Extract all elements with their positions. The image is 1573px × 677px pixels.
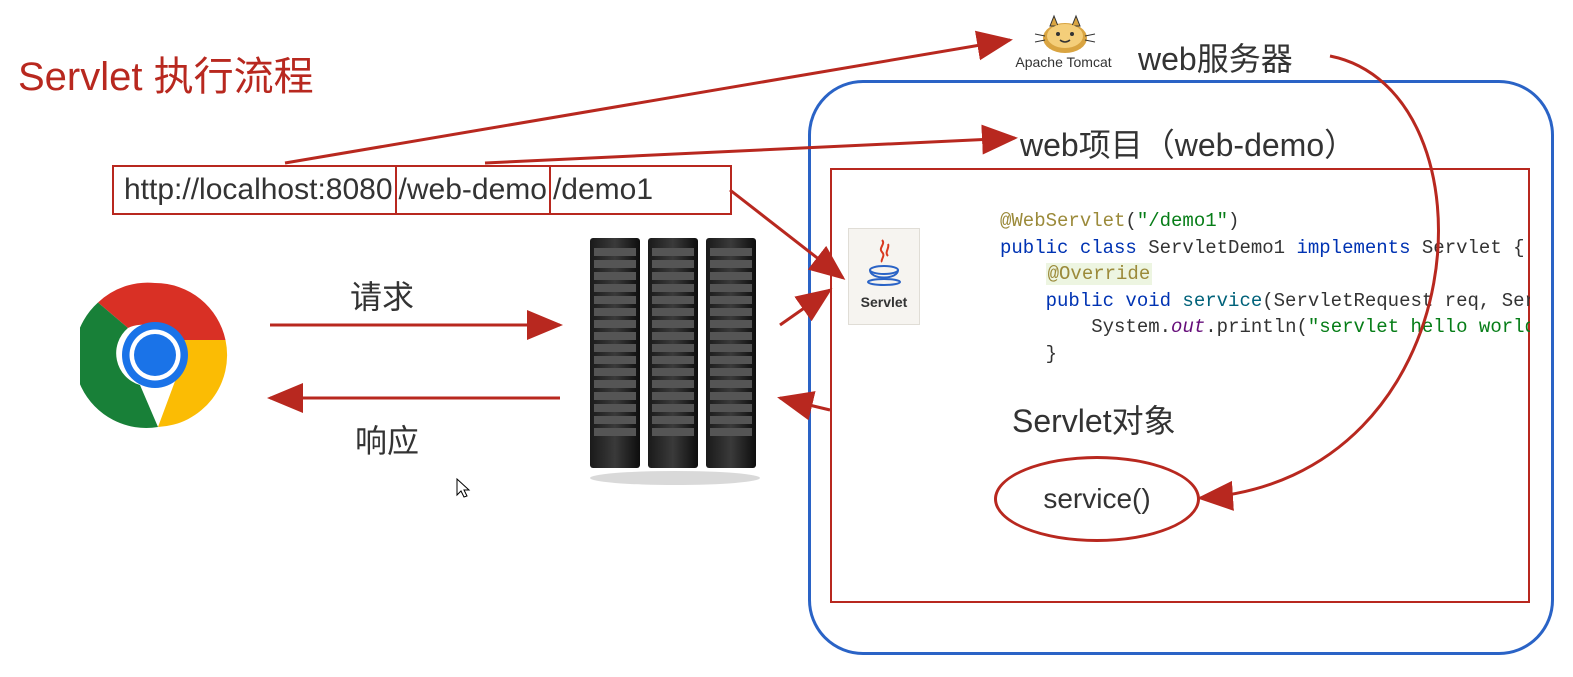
url-separator-icon: [549, 165, 551, 215]
server-icon: [580, 228, 775, 486]
servlet-icon: Servlet: [848, 228, 920, 325]
mouse-cursor-icon: [455, 477, 473, 505]
url-segment-host: http://localhost:8080: [124, 173, 393, 207]
diagram-title: Servlet 执行流程: [18, 44, 314, 102]
web-server-label: web服务器: [1138, 34, 1293, 80]
url-box: http://localhost:8080 /web-demo /demo1: [112, 165, 732, 215]
servlet-object-label: Servlet对象: [1012, 396, 1176, 442]
request-label: 请求: [350, 272, 414, 318]
tomcat-label: Apache Tomcat: [1006, 54, 1121, 70]
service-method-label: service(): [1043, 483, 1150, 515]
url-separator-icon: [395, 165, 397, 215]
url-segment-path: /demo1: [553, 173, 653, 207]
code-snippet: @WebServlet("/demo1") public class Servl…: [1000, 208, 1530, 368]
java-cup-icon: [849, 229, 919, 294]
response-label: 响应: [355, 416, 419, 462]
servlet-icon-label: Servlet: [849, 294, 919, 310]
chrome-browser-icon: [80, 280, 230, 430]
service-method-ellipse: service(): [994, 456, 1200, 542]
url-segment-context: /web-demo: [399, 173, 547, 207]
web-project-label: web项目（web-demo）: [1020, 120, 1356, 166]
